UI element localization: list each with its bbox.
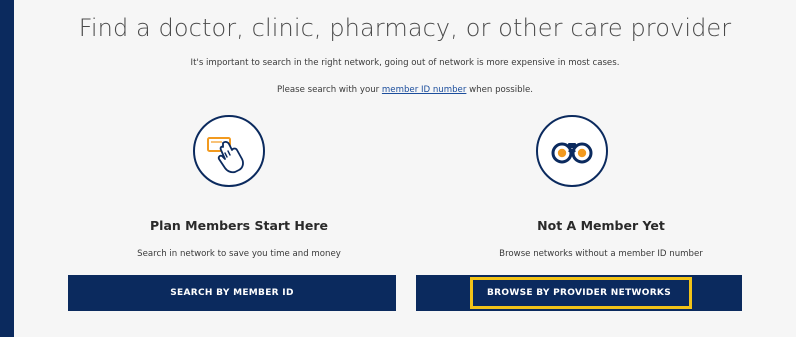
non-members-description: Browse networks without a member ID numb… [499,249,703,259]
page-title: Find a doctor, clinic, pharmacy, or othe… [78,14,732,42]
search-by-member-id-button[interactable]: SEARCH BY MEMBER ID [68,275,396,311]
hand-holding-card-icon [193,115,265,187]
member-id-hint: Please search with your member ID number… [14,85,796,95]
browse-by-provider-networks-button[interactable]: BROWSE BY PROVIDER NETWORKS [416,275,742,311]
member-id-link[interactable]: member ID number [382,85,466,95]
members-description: Search in network to save you time and m… [137,249,341,259]
page-subtitle: It's important to search in the right ne… [190,58,620,68]
non-members-heading: Not A Member Yet [537,218,665,233]
search-by-member-id-label: SEARCH BY MEMBER ID [170,288,294,298]
hint-prefix: Please search with your [277,85,382,95]
hint-suffix: when possible. [466,85,533,95]
provider-search-panel: Find a doctor, clinic, pharmacy, or othe… [14,0,796,337]
browse-by-provider-networks-label: BROWSE BY PROVIDER NETWORKS [487,288,671,298]
members-heading: Plan Members Start Here [150,218,328,233]
binoculars-icon [536,115,608,187]
